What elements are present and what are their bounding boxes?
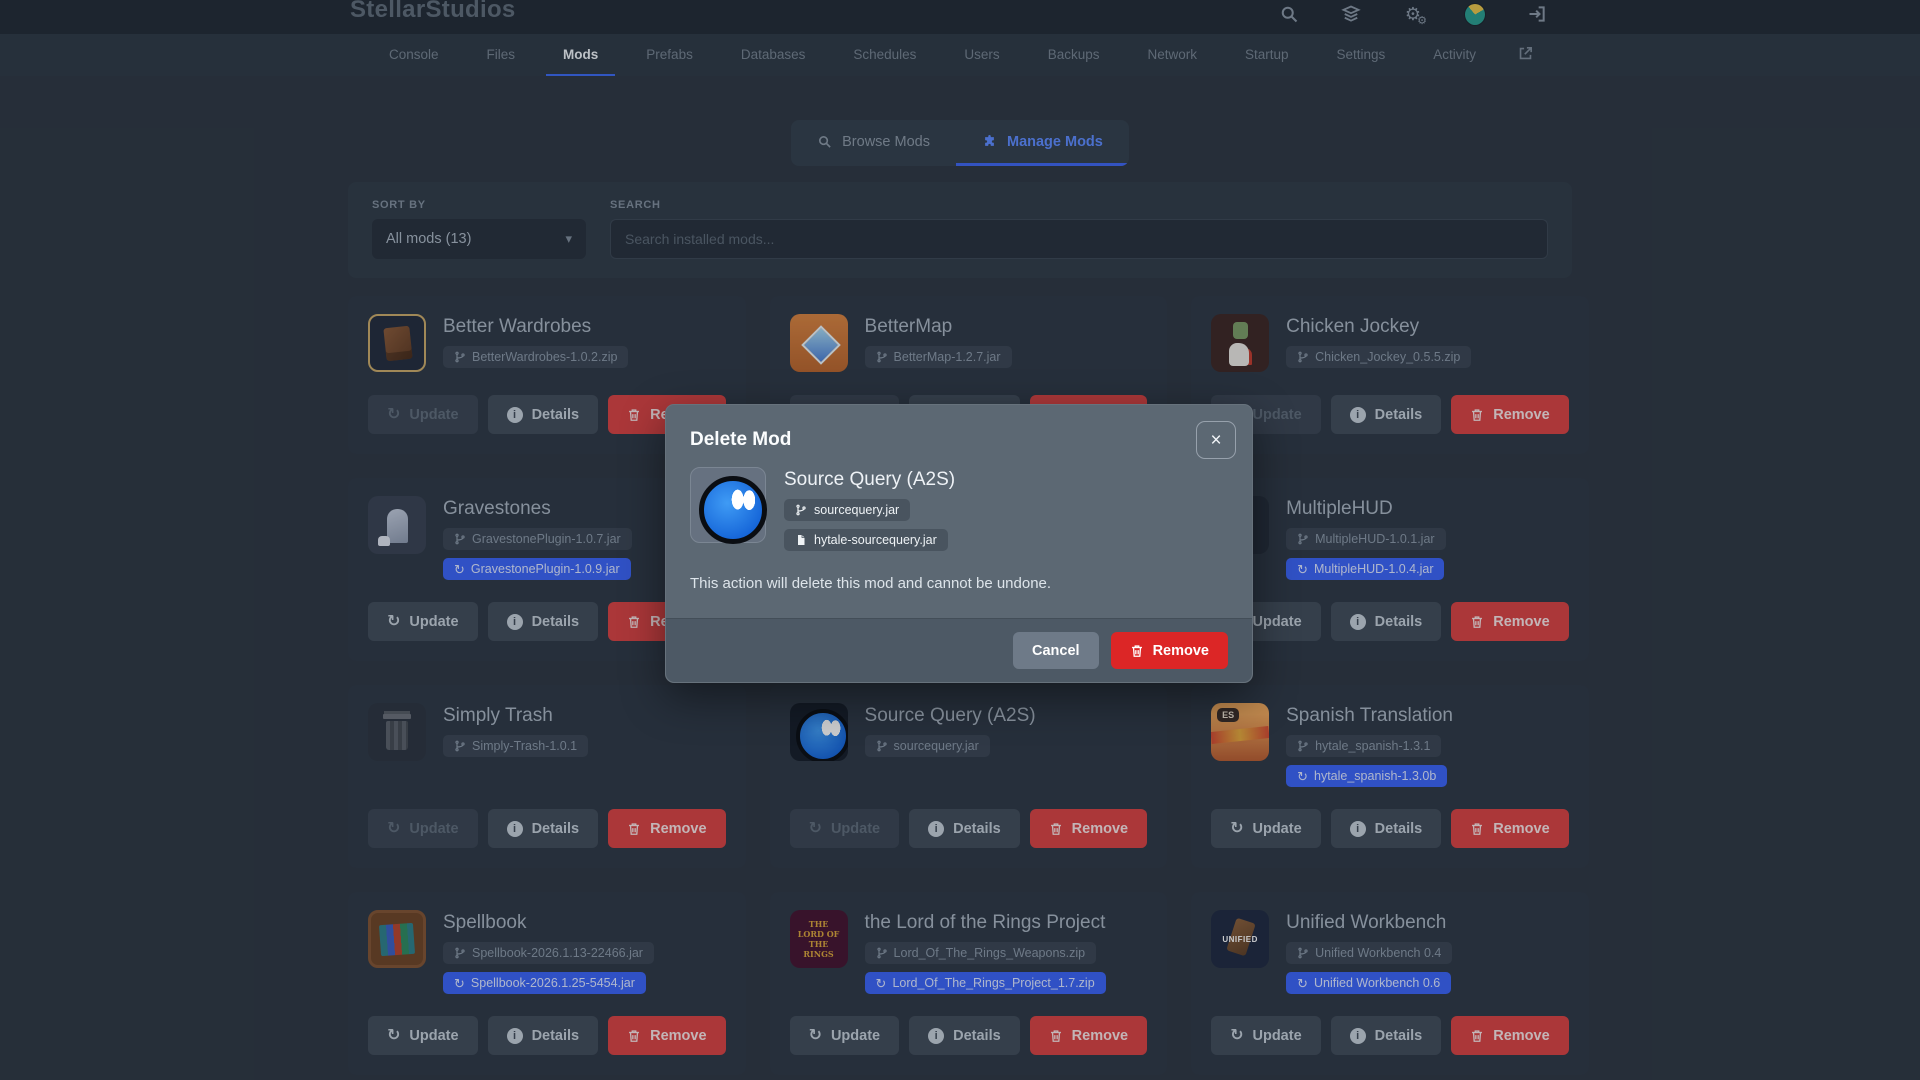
git-branch-icon xyxy=(795,504,807,516)
trash-icon xyxy=(1130,644,1144,658)
mod-library-name: hytale-sourcequery.jar xyxy=(814,533,937,547)
mod-file-name: sourcequery.jar xyxy=(814,503,899,517)
mod-file-badge: sourcequery.jar xyxy=(784,499,910,521)
mod-library-badge: hytale-sourcequery.jar xyxy=(784,529,948,551)
modal-mod-name: Source Query (A2S) xyxy=(784,467,955,491)
modal-message: This action will delete this mod and can… xyxy=(690,575,1228,592)
confirm-remove-label: Remove xyxy=(1153,643,1209,659)
confirm-remove-button[interactable]: Remove xyxy=(1111,632,1228,669)
close-icon[interactable]: × xyxy=(1196,421,1236,459)
cancel-button[interactable]: Cancel xyxy=(1013,632,1099,669)
file-icon xyxy=(795,534,807,546)
delete-mod-modal: Delete Mod × Source Query (A2S) sourcequ… xyxy=(665,404,1253,683)
modal-title: Delete Mod xyxy=(690,429,1228,451)
mod-icon xyxy=(690,467,766,543)
